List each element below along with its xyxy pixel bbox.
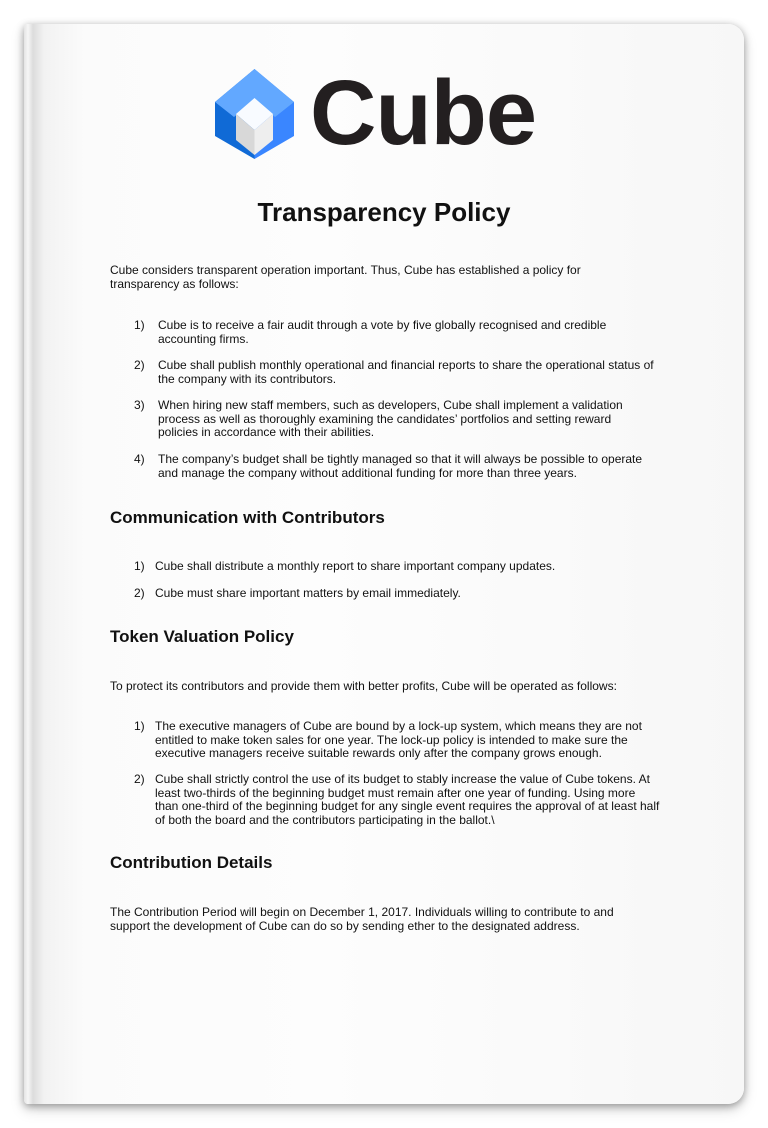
token-intro: To protect its contributors and provide … bbox=[110, 679, 617, 693]
list-item: Cube shall publish monthly operational a… bbox=[158, 358, 654, 386]
list-number: 2) bbox=[134, 586, 145, 600]
list-number: 1) bbox=[134, 318, 145, 332]
section-heading-contribution: Contribution Details bbox=[110, 853, 273, 872]
list-item: Cube shall distribute a monthly report t… bbox=[155, 559, 556, 573]
list-item: The company’s budget shall be tightly ma… bbox=[158, 452, 643, 480]
list-number: 4) bbox=[134, 452, 145, 466]
list-number: 1) bbox=[134, 719, 145, 733]
contribution-paragraph: The Contribution Period will begin on De… bbox=[110, 905, 614, 933]
list-item: When hiring new staff members, such as d… bbox=[158, 398, 623, 440]
list-number: 3) bbox=[134, 398, 145, 412]
section-heading-token: Token Valuation Policy bbox=[110, 627, 294, 646]
logo-text: Cube bbox=[310, 62, 537, 164]
intro-paragraph: Cube considers transparent operation imp… bbox=[110, 263, 581, 291]
list-item: The executive managers of Cube are bound… bbox=[155, 719, 642, 761]
section-heading-communication: Communication with Contributors bbox=[110, 508, 385, 527]
list-number: 1) bbox=[134, 559, 145, 573]
list-number: 2) bbox=[134, 358, 145, 372]
list-item: Cube is to receive a fair audit through … bbox=[158, 318, 607, 346]
list-item: Cube shall strictly control the use of i… bbox=[155, 772, 660, 827]
cube-logo-icon bbox=[215, 69, 294, 159]
list-number: 2) bbox=[134, 772, 145, 786]
page-title: Transparency Policy bbox=[257, 197, 511, 227]
list-item: Cube must share important matters by ema… bbox=[155, 586, 461, 600]
